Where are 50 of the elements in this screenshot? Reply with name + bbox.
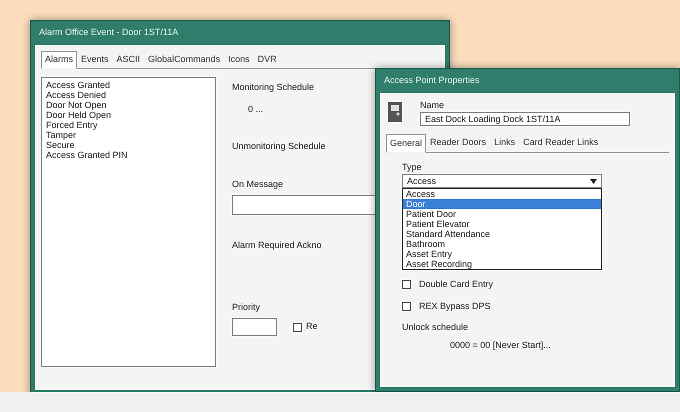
tab[interactable]: ASCII [112, 50, 144, 68]
dropdown-option[interactable]: Bathroom [403, 239, 601, 249]
field-value: 0 ... [248, 102, 264, 116]
window-title: Access Point Properties [383, 74, 481, 87]
field-label: Alarm Required Ackno [232, 239, 323, 252]
field-value: 0000 = 00 [Never Start]... [450, 338, 552, 352]
door-icon [386, 101, 404, 124]
list-item[interactable]: Door Held Open [46, 110, 211, 120]
alarm-list[interactable]: Access Granted Access Denied Door Not Open Door Held Open Forced Entry Tamper Secure Access Granted PIN [41, 77, 216, 367]
checkbox[interactable] [293, 322, 302, 332]
tab[interactable]: Icons [224, 50, 254, 68]
dropdown-option[interactable]: Standard Attendance [403, 229, 601, 239]
dropdown-option[interactable]: Patient Elevator [403, 219, 601, 229]
list-item[interactable]: Secure [46, 140, 211, 150]
checkbox-label: Re [306, 320, 318, 334]
list-item[interactable]: Forced Entry [46, 120, 211, 130]
spin-field[interactable] [232, 318, 277, 336]
field-label: Unlock schedule [402, 321, 470, 334]
field-label: Type [402, 160, 423, 174]
checkbox[interactable] [402, 280, 411, 290]
checkbox-label: REX Bypass DPS [419, 300, 491, 313]
tab[interactable]: Reader Doors [426, 134, 490, 152]
list-item[interactable]: Access Granted PIN [46, 150, 211, 160]
list-item[interactable]: Access Denied [46, 90, 211, 100]
list-item[interactable]: Access Granted [46, 80, 211, 90]
type-dropdown[interactable]: Access [402, 174, 602, 188]
checkbox[interactable] [402, 302, 411, 311]
checkbox-label: Double Card Entry [419, 278, 494, 291]
field-label: On Message [232, 178, 284, 191]
dropdown-option[interactable]: Asset Entry [403, 249, 601, 259]
dropdown-option[interactable]: Patient Door [403, 209, 601, 219]
field-label: Priority [232, 300, 262, 314]
tab[interactable]: Card Reader Links [519, 134, 602, 152]
name-field[interactable]: East Dock Loading Dock 1ST/11A [420, 112, 630, 126]
field-label: Monitoring Schedule [232, 81, 316, 94]
field-label: Name [420, 98, 446, 112]
window-title: Alarm Office Event - Door 1ST/11A [38, 26, 180, 39]
tab[interactable]: Events [77, 50, 113, 68]
caret-icon [590, 178, 597, 184]
list-item[interactable]: Door Not Open [46, 100, 211, 110]
tab[interactable]: General [386, 134, 426, 152]
tab[interactable]: Alarms [41, 50, 78, 69]
list-item[interactable]: Tamper [46, 130, 211, 140]
dropdown-option[interactable]: Door [403, 199, 601, 209]
field-label: Unmonitoring Schedule [232, 140, 327, 153]
tab[interactable]: GlobalCommands [144, 50, 224, 68]
tab[interactable]: DVR [254, 50, 281, 68]
tab[interactable]: Links [490, 134, 520, 152]
dropdown-option[interactable]: Asset Recording [403, 259, 601, 269]
dropdown-option[interactable]: Access [403, 189, 601, 199]
